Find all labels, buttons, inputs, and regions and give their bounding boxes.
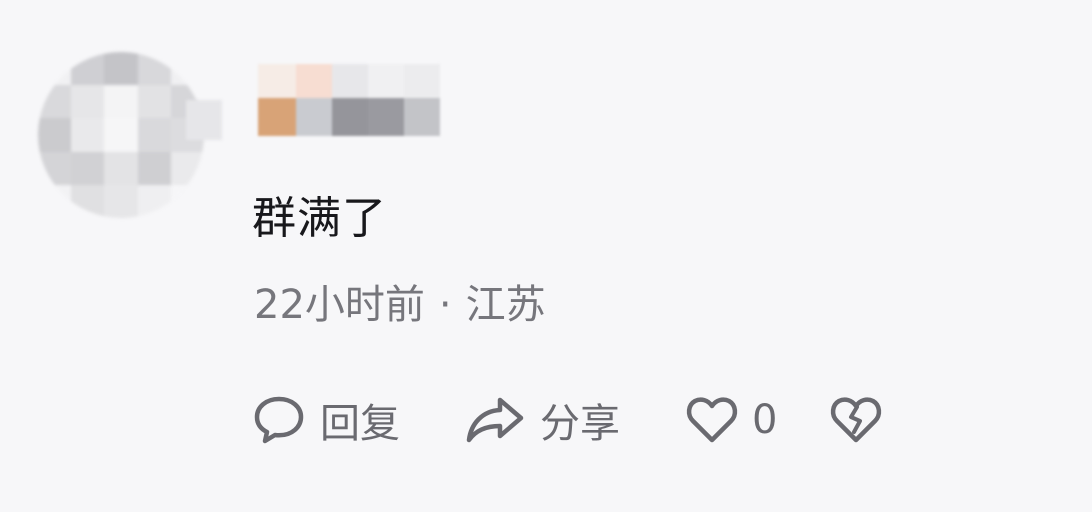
comment-card: 群满了 22小时前 · 江苏 回复 分享 0 xyxy=(0,0,1092,512)
like-button[interactable]: 0 xyxy=(686,392,777,448)
avatar-mosaic-block xyxy=(170,52,204,86)
avatar-mosaic-block xyxy=(71,151,105,185)
username-pixelated[interactable] xyxy=(258,64,440,138)
avatar-mosaic-block xyxy=(71,184,105,218)
avatar-mosaic-edge xyxy=(186,100,222,140)
username-mosaic-block xyxy=(332,64,368,98)
avatar-mosaic-block xyxy=(170,184,204,218)
share-arrow-icon xyxy=(464,395,526,445)
username-mosaic-block xyxy=(404,98,440,136)
avatar-mosaic-block xyxy=(137,184,171,218)
username-mosaic-block xyxy=(258,64,296,98)
comment-time: 22小时前 xyxy=(254,282,425,328)
broken-heart-icon xyxy=(830,395,882,445)
avatar-mosaic-block xyxy=(104,151,138,185)
dislike-button[interactable] xyxy=(830,392,882,448)
share-label: 分享 xyxy=(540,401,620,447)
username-mosaic-block xyxy=(332,98,368,136)
avatar[interactable] xyxy=(38,52,204,218)
avatar-mosaic-block xyxy=(71,52,105,86)
avatar-mosaic-block xyxy=(137,85,171,119)
avatar-mosaic-block xyxy=(38,118,72,152)
username-mosaic-block xyxy=(368,64,404,98)
avatar-mosaic-block xyxy=(38,52,72,86)
like-count: 0 xyxy=(752,397,778,443)
avatar-mosaic-block xyxy=(38,151,72,185)
avatar-mosaic-block xyxy=(71,85,105,119)
avatar-mosaic-block xyxy=(104,52,138,86)
username-mosaic-block xyxy=(296,64,332,98)
avatar-mosaic-block xyxy=(104,85,138,119)
username-mosaic-block xyxy=(296,98,332,136)
comment-text: 群满了 xyxy=(252,193,387,244)
meta-separator: · xyxy=(438,282,452,328)
avatar-mosaic-block xyxy=(38,184,72,218)
reply-label: 回复 xyxy=(320,401,400,447)
share-button[interactable]: 分享 xyxy=(464,392,620,448)
avatar-mosaic-block xyxy=(71,118,105,152)
username-mosaic-block xyxy=(258,98,296,136)
avatar-mosaic-block xyxy=(137,52,171,86)
avatar-mosaic-block xyxy=(38,85,72,119)
username-mosaic-block xyxy=(368,98,404,136)
heart-icon xyxy=(686,395,738,445)
comment-meta: 22小时前 · 江苏 xyxy=(254,272,546,330)
avatar-mosaic-block xyxy=(137,118,171,152)
comment-location: 江苏 xyxy=(465,282,546,328)
reply-button[interactable]: 回复 xyxy=(252,392,400,448)
speech-bubble-icon xyxy=(252,394,306,446)
avatar-mosaic-block xyxy=(104,184,138,218)
avatar-mosaic-block xyxy=(104,118,138,152)
comment-actions: 回复 分享 0 xyxy=(252,392,912,448)
avatar-mosaic-block xyxy=(137,151,171,185)
avatar-mosaic-block xyxy=(170,151,204,185)
username-mosaic-block xyxy=(404,64,440,98)
